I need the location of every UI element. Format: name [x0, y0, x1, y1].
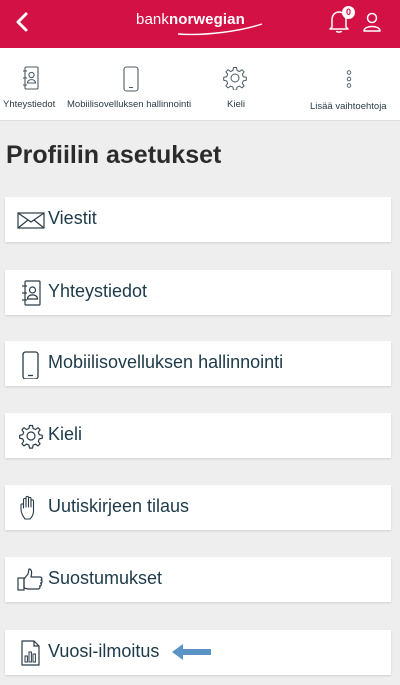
menu-item-label: Viestit [48, 208, 97, 228]
chevron-left-icon [16, 12, 28, 32]
mobile-phone-icon [22, 351, 39, 379]
bank-norwegian-logo: banknorwegian [136, 11, 266, 36]
gear-icon [223, 67, 247, 90]
menu-item-yhteystiedot[interactable]: Yhteystiedot [5, 270, 391, 315]
quicknav-item-more-options[interactable]: Lisää vaihtoehtoja [300, 48, 400, 120]
menu-item-label: Suostumukset [48, 568, 163, 588]
logo-swoosh-icon [177, 23, 263, 36]
quick-nav-bar: Yhteystiedot Mobiilisovelluksen hallinno… [0, 48, 400, 121]
quicknav-label: Yhteystiedot [3, 99, 56, 110]
menu-item-vuosi-ilmoitus[interactable]: Vuosi-ilmoitus [5, 630, 391, 675]
menu-item-label: Vuosi-ilmoitus [48, 641, 160, 661]
quicknav-label: Lisää vaihtoehtoja [310, 101, 387, 112]
mobile-phone-icon [123, 66, 139, 92]
notifications-button[interactable]: 0 [328, 6, 355, 36]
menu-item-label: Kieli [48, 424, 83, 444]
highlight-arrow-icon [172, 644, 211, 660]
logo-text-bank: bank [136, 11, 169, 28]
thumbs-up-icon [17, 568, 43, 591]
notification-count-badge: 0 [342, 6, 355, 19]
menu-item-label: Yhteystiedot [48, 281, 148, 301]
report-document-icon [21, 640, 40, 666]
menu-item-uutiskirjeen-tilaus[interactable]: Uutiskirjeen tilaus [5, 485, 391, 530]
quicknav-label: Mobiilisovelluksen hallinnointi [67, 99, 192, 110]
quicknav-label: Kieli [227, 99, 245, 110]
quicknav-item-mobile[interactable]: Mobiilisovelluksen hallinnointi [62, 48, 202, 120]
menu-item-label: Mobiilisovelluksen hallinnointi [48, 352, 284, 372]
menu-item-mobiilisovelluksen-hallinnointi[interactable]: Mobiilisovelluksen hallinnointi [5, 341, 391, 386]
back-button[interactable] [10, 10, 34, 34]
gear-icon [19, 424, 43, 449]
user-profile-button[interactable] [362, 11, 382, 33]
contact-book-icon [22, 280, 41, 306]
quicknav-item-yhteystiedot[interactable]: Yhteystiedot [0, 48, 62, 120]
quicknav-item-kieli[interactable]: Kieli [202, 48, 268, 120]
menu-item-label: Uutiskirjeen tilaus [48, 496, 190, 516]
menu-item-kieli[interactable]: Kieli [5, 413, 391, 458]
hand-icon [20, 495, 35, 520]
top-header: banknorwegian 0 [0, 0, 400, 48]
menu-item-viestit[interactable]: Viestit [5, 197, 391, 242]
more-vertical-icon [346, 70, 352, 88]
user-icon [363, 12, 381, 32]
menu-item-suostumukset[interactable]: Suostumukset [5, 557, 391, 602]
page-title: Profiilin asetukset [6, 141, 222, 169]
contact-book-icon [23, 66, 39, 90]
envelope-icon [17, 212, 45, 229]
